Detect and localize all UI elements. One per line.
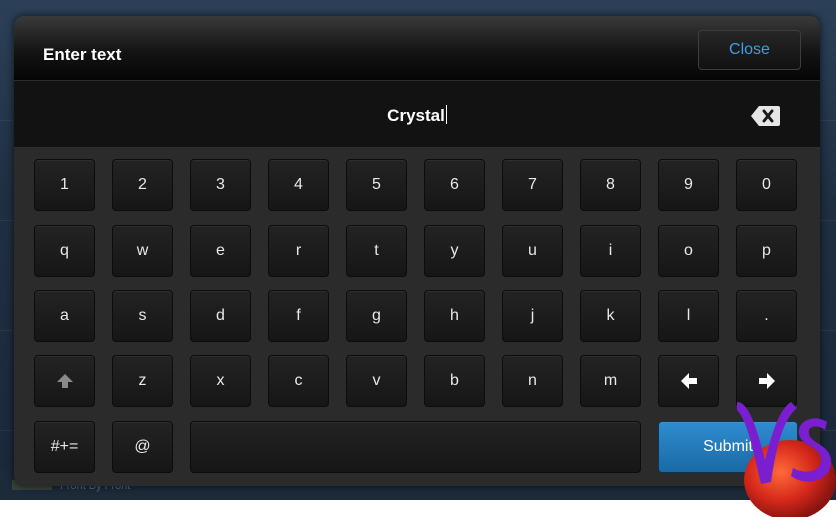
key-n[interactable]: n: [502, 355, 563, 407]
key-i[interactable]: i: [580, 225, 641, 277]
keyboard: 1 2 3 4 5 6 7 8 9 0 q w e r t y u i o p …: [14, 148, 820, 486]
cursor-left-key[interactable]: [658, 355, 719, 407]
key-w[interactable]: w: [112, 225, 173, 277]
key-6[interactable]: 6: [424, 159, 485, 211]
key-x[interactable]: x: [190, 355, 251, 407]
key-2[interactable]: 2: [112, 159, 173, 211]
key-g[interactable]: g: [346, 290, 407, 342]
arrow-left-icon: [680, 373, 697, 389]
key-period[interactable]: .: [736, 290, 797, 342]
backspace-icon: [751, 106, 780, 126]
key-k[interactable]: k: [580, 290, 641, 342]
dialog-title: Enter text: [43, 45, 122, 64]
key-e[interactable]: e: [190, 225, 251, 277]
dialog-titlebar: Enter text Close: [14, 16, 820, 81]
text-entry-dialog: Enter text Close Crystal 1 2 3 4 5 6 7 8…: [14, 16, 820, 486]
key-r[interactable]: r: [268, 225, 329, 277]
space-key[interactable]: [190, 421, 641, 473]
key-at[interactable]: @: [112, 421, 173, 473]
text-input[interactable]: Crystal: [14, 105, 820, 126]
key-m[interactable]: m: [580, 355, 641, 407]
key-b[interactable]: b: [424, 355, 485, 407]
key-p[interactable]: p: [736, 225, 797, 277]
key-a[interactable]: a: [34, 290, 95, 342]
key-s[interactable]: s: [112, 290, 173, 342]
text-input-value: Crystal: [387, 106, 445, 125]
key-c[interactable]: c: [268, 355, 329, 407]
vs-logo-icon: [737, 402, 836, 517]
key-j[interactable]: j: [502, 290, 563, 342]
key-8[interactable]: 8: [580, 159, 641, 211]
key-0[interactable]: 0: [736, 159, 797, 211]
key-v[interactable]: v: [346, 355, 407, 407]
text-caret: [445, 105, 447, 124]
backspace-button[interactable]: [750, 105, 781, 127]
key-t[interactable]: t: [346, 225, 407, 277]
key-u[interactable]: u: [502, 225, 563, 277]
key-h[interactable]: h: [424, 290, 485, 342]
key-q[interactable]: q: [34, 225, 95, 277]
key-4[interactable]: 4: [268, 159, 329, 211]
shift-key[interactable]: [34, 355, 95, 407]
key-1[interactable]: 1: [34, 159, 95, 211]
key-z[interactable]: z: [112, 355, 173, 407]
close-button[interactable]: Close: [698, 30, 801, 70]
key-7[interactable]: 7: [502, 159, 563, 211]
arrow-right-icon: [758, 373, 775, 389]
key-3[interactable]: 3: [190, 159, 251, 211]
key-o[interactable]: o: [658, 225, 719, 277]
key-d[interactable]: d: [190, 290, 251, 342]
symbols-key[interactable]: #+=: [34, 421, 95, 473]
key-5[interactable]: 5: [346, 159, 407, 211]
key-y[interactable]: y: [424, 225, 485, 277]
key-9[interactable]: 9: [658, 159, 719, 211]
key-f[interactable]: f: [268, 290, 329, 342]
text-input-row: Crystal: [14, 81, 820, 148]
key-l[interactable]: l: [658, 290, 719, 342]
shift-icon: [56, 374, 73, 388]
